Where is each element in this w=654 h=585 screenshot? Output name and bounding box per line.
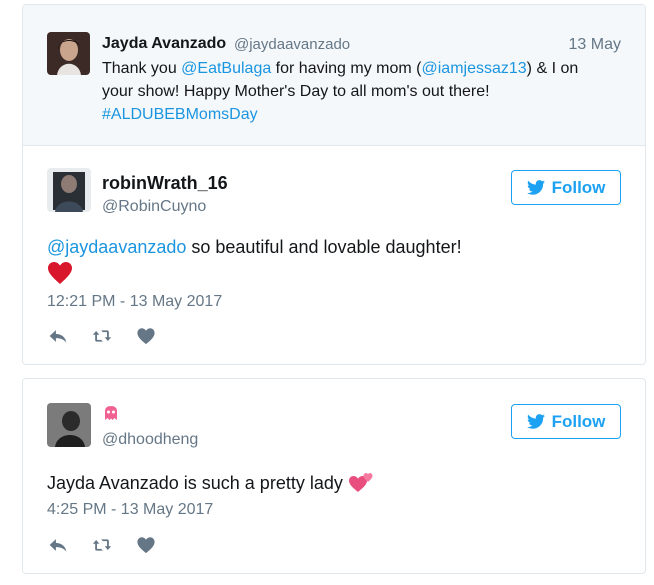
tweet-actions (47, 536, 157, 554)
tweet-actions (47, 327, 157, 345)
tweet-card: @dhoodheng Follow Jayda Avanzado is such… (22, 378, 646, 574)
mention-link[interactable]: @iamjessaz13 (422, 60, 527, 77)
mention-link[interactable]: @jaydaavanzado (47, 237, 186, 257)
text-segment: Thank you (102, 60, 182, 77)
hashtag-link[interactable]: #ALDUBEBMomsDay (102, 106, 258, 123)
twitter-bird-icon (526, 414, 545, 429)
heart-icon[interactable] (135, 536, 157, 554)
follow-label: Follow (551, 177, 606, 197)
avatar[interactable] (47, 32, 90, 75)
follow-button[interactable]: Follow (511, 404, 621, 439)
text-segment: for having my mom ( (271, 60, 422, 77)
text-segment: Jayda Avanzado is such a pretty lady (47, 473, 348, 493)
user-name[interactable]: robinWrath_16 (102, 173, 228, 194)
tweet-date[interactable]: 13 May (569, 36, 621, 54)
tweet-text: @jaydaavanzado so beautiful and lovable … (47, 237, 462, 258)
twitter-bird-icon (526, 180, 545, 195)
quoted-tweet-text: Thank you @EatBulaga for having my mom (… (102, 57, 612, 126)
retweet-icon[interactable] (91, 536, 113, 554)
alien-monster-emoji (102, 405, 120, 421)
retweet-icon[interactable] (91, 327, 113, 345)
tweet-card: Jayda Avanzado @jaydaavanzado 13 May Tha… (22, 4, 646, 365)
reply-icon[interactable] (47, 536, 69, 554)
quoted-tweet[interactable]: Jayda Avanzado @jaydaavanzado 13 May Tha… (23, 5, 645, 146)
heart-icon[interactable] (135, 327, 157, 345)
mention-link[interactable]: @EatBulaga (181, 60, 271, 77)
avatar[interactable] (47, 168, 91, 212)
text-segment: so beautiful and lovable daughter! (186, 237, 462, 257)
author-handle[interactable]: @jaydaavanzado (234, 36, 350, 53)
follow-button[interactable]: Follow (511, 170, 621, 205)
follow-label: Follow (551, 411, 606, 431)
reply-icon[interactable] (47, 327, 69, 345)
tweet-timestamp[interactable]: 12:21 PM - 13 May 2017 (47, 293, 222, 311)
red-heart-emoji (47, 261, 73, 285)
avatar[interactable] (47, 403, 91, 447)
user-handle[interactable]: @dhoodheng (102, 431, 198, 449)
tweet-text: Jayda Avanzado is such a pretty lady (47, 471, 374, 494)
user-handle[interactable]: @RobinCuyno (102, 198, 206, 216)
tweet-timestamp[interactable]: 4:25 PM - 13 May 2017 (47, 501, 213, 519)
two-hearts-emoji (348, 471, 374, 493)
author-name[interactable]: Jayda Avanzado (102, 35, 226, 53)
